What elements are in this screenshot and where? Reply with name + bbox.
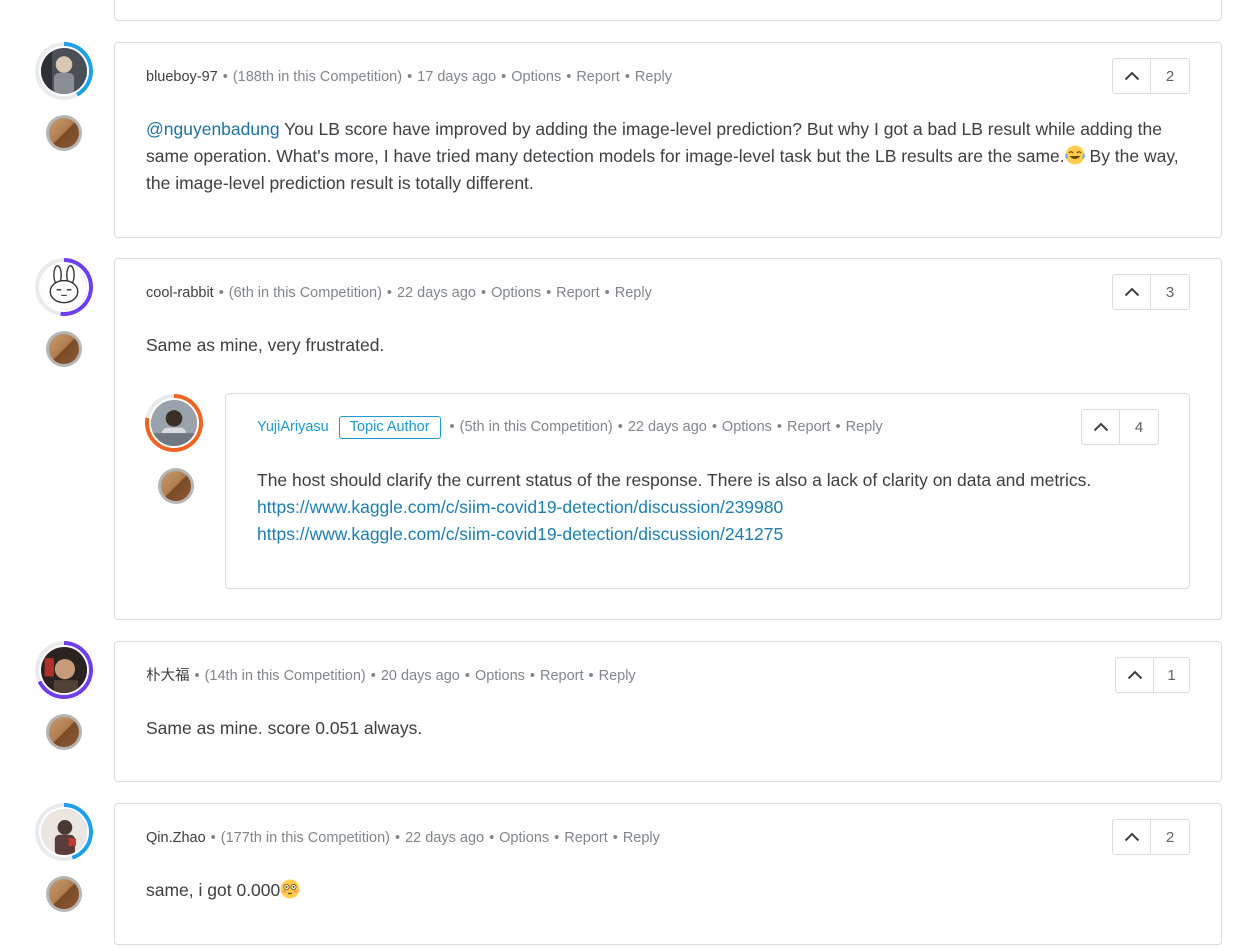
chevron-up-icon: [1093, 422, 1108, 432]
options-link[interactable]: Options: [499, 830, 549, 846]
competition-rank: (14th in this Competition): [204, 668, 366, 684]
comment-body: @nguyenbadung You LB score have improved…: [146, 116, 1186, 197]
user-avatar[interactable]: [35, 641, 93, 699]
vote-widget: 4: [1081, 409, 1159, 445]
comment-card: Qin.Zhao • (177th in this Competition) • 22 …: [114, 803, 1222, 945]
comment-body: Same as mine. score 0.051 always.: [146, 715, 1186, 742]
user-avatar[interactable]: [35, 803, 93, 861]
laughing-tears-emoji: [1064, 145, 1085, 165]
upvote-button[interactable]: [1113, 59, 1151, 93]
report-link[interactable]: Report: [556, 285, 600, 301]
upvote-button[interactable]: [1116, 658, 1154, 692]
chevron-up-icon: [1124, 71, 1139, 81]
discussion-link[interactable]: https://www.kaggle.com/c/siim-covid19-de…: [257, 521, 1177, 548]
comment-text: Same as mine. score 0.051 always.: [146, 718, 423, 738]
options-link[interactable]: Options: [722, 419, 772, 435]
previous-comment-card: [114, 0, 1222, 21]
competition-rank: (188th in this Competition): [232, 69, 403, 85]
user-avatar[interactable]: [35, 42, 93, 100]
options-link[interactable]: Options: [491, 285, 541, 301]
author-name[interactable]: 朴大福: [146, 668, 190, 684]
comment-meta: cool-rabbit • (6th in this Competition) • 22…: [146, 285, 652, 301]
report-link[interactable]: Report: [576, 69, 620, 85]
comment-meta: Qin.Zhao • (177th in this Competition) • 22 …: [146, 830, 660, 846]
comment-text: same, i got 0.000: [146, 880, 281, 900]
comment-card: 朴大福 • (14th in this Competition) • 20 days a…: [114, 641, 1222, 782]
comment-text: Same as mine, very frustrated.: [146, 335, 385, 355]
comment-card: blueboy-97 • (188th in this Competition) • 1…: [114, 42, 1222, 238]
user-avatar[interactable]: [145, 394, 203, 452]
vote-count: 1: [1167, 666, 1176, 684]
bronze-medal-icon: [46, 714, 82, 750]
competition-rank: (5th in this Competition): [459, 419, 613, 435]
chevron-up-icon: [1124, 287, 1139, 297]
user-avatar[interactable]: [35, 258, 93, 316]
comment-body: same, i got 0.000: [146, 877, 1186, 904]
reply-card: YujiAriyasu Topic Author • (5th in this Com…: [225, 393, 1190, 589]
comment-text: The host should clarify the current stat…: [257, 470, 1092, 490]
vote-count: 4: [1134, 418, 1144, 436]
vote-widget: 2: [1112, 58, 1190, 94]
competition-rank: (6th in this Competition): [228, 285, 382, 301]
comment-body: Same as mine, very frustrated.: [146, 332, 1186, 359]
vote-count: 2: [1165, 67, 1175, 85]
report-link[interactable]: Report: [540, 668, 584, 684]
vote-count: 2: [1165, 828, 1175, 846]
author-name[interactable]: Qin.Zhao: [146, 830, 206, 846]
vote-count: 3: [1165, 283, 1175, 301]
reply-link[interactable]: Reply: [846, 419, 883, 435]
report-link[interactable]: Report: [787, 419, 831, 435]
author-name[interactable]: cool-rabbit: [146, 285, 214, 301]
user-mention-link[interactable]: @nguyenbadung: [146, 119, 280, 139]
reply-link[interactable]: Reply: [623, 830, 660, 846]
flushed-face-emoji: [280, 879, 300, 899]
vote-widget: 2: [1112, 819, 1190, 855]
chevron-up-icon: [1124, 832, 1139, 842]
reply-link[interactable]: Reply: [599, 668, 636, 684]
comment-meta: YujiAriyasu Topic Author • (5th in this Com…: [257, 416, 883, 439]
options-link[interactable]: Options: [511, 69, 561, 85]
discussion-link[interactable]: https://www.kaggle.com/c/siim-covid19-de…: [257, 494, 1177, 521]
options-link[interactable]: Options: [475, 668, 525, 684]
bronze-medal-icon: [46, 331, 82, 367]
chevron-up-icon: [1127, 670, 1142, 680]
topic-author-badge: Topic Author: [338, 416, 441, 439]
vote-widget: 1: [1115, 657, 1190, 693]
comment-age[interactable]: 22 days ago: [397, 285, 476, 301]
upvote-button[interactable]: [1113, 820, 1151, 854]
bronze-medal-icon: [46, 115, 82, 151]
bronze-medal-icon: [46, 876, 82, 912]
reply-link[interactable]: Reply: [615, 285, 652, 301]
comment-meta: 朴大福 • (14th in this Competition) • 20 days a…: [146, 668, 636, 684]
comment-card: cool-rabbit • (6th in this Competition) • 22…: [114, 258, 1222, 620]
comment-body: The host should clarify the current stat…: [257, 467, 1177, 548]
report-link[interactable]: Report: [564, 830, 608, 846]
bronze-medal-icon: [158, 468, 194, 504]
author-name[interactable]: blueboy-97: [146, 69, 218, 85]
comment-age[interactable]: 17 days ago: [417, 69, 496, 85]
comment-text: You LB score have improved by adding the…: [146, 119, 1162, 166]
author-name[interactable]: YujiAriyasu: [257, 419, 329, 435]
reply-link[interactable]: Reply: [635, 69, 672, 85]
comment-meta: blueboy-97 • (188th in this Competition) • 1…: [146, 69, 672, 85]
comment-age[interactable]: 20 days ago: [381, 668, 460, 684]
comment-age[interactable]: 22 days ago: [628, 419, 707, 435]
upvote-button[interactable]: [1113, 275, 1151, 309]
vote-widget: 3: [1112, 274, 1190, 310]
comment-age[interactable]: 22 days ago: [405, 830, 484, 846]
competition-rank: (177th in this Competition): [220, 830, 390, 846]
upvote-button[interactable]: [1082, 410, 1120, 444]
